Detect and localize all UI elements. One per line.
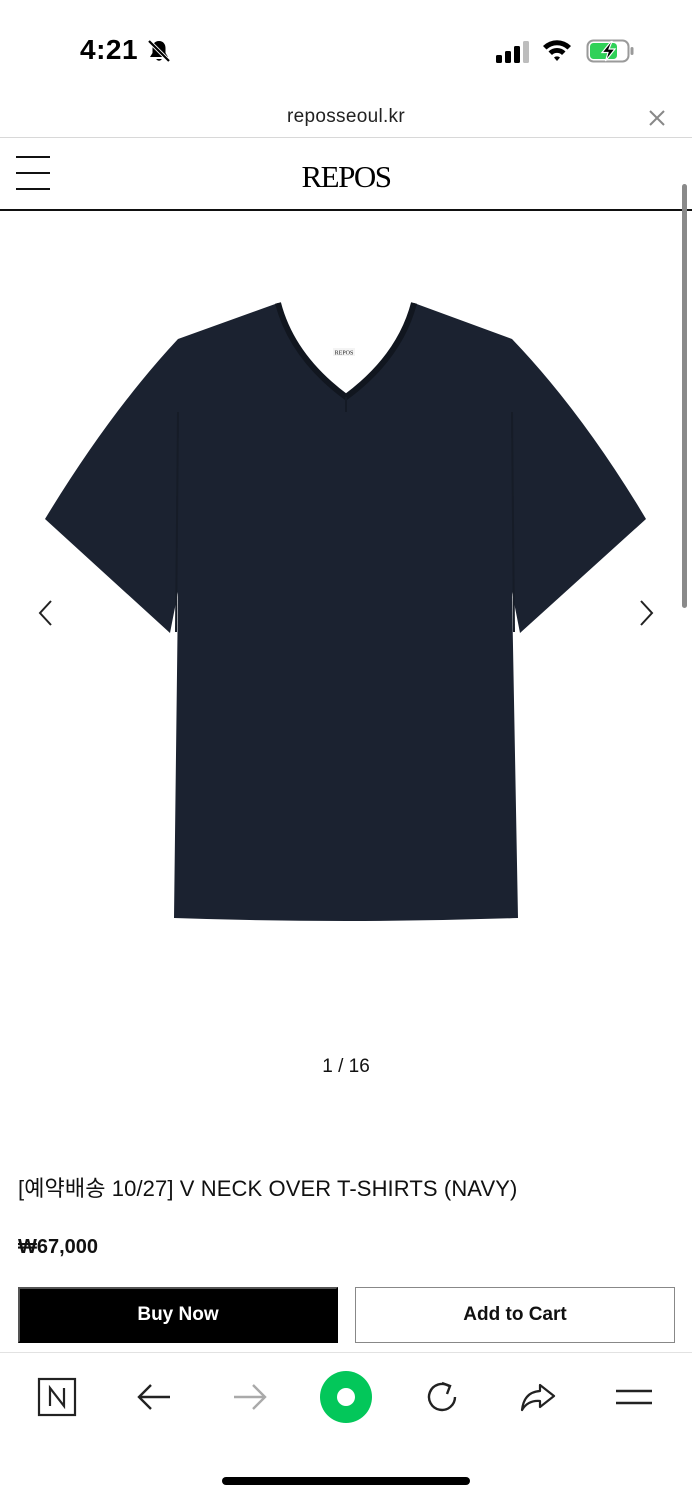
status-time: 4:21 (80, 34, 139, 65)
chevron-left-icon[interactable] (34, 598, 58, 628)
image-pager: 1 / 16 (322, 1056, 370, 1077)
add-to-cart-button[interactable]: Add to Cart (355, 1287, 675, 1343)
green-circle-icon[interactable] (318, 1369, 374, 1425)
forward-arrow-icon[interactable] (228, 1375, 272, 1419)
chevron-right-icon[interactable] (634, 598, 658, 628)
share-icon[interactable] (516, 1375, 560, 1419)
naver-home-icon[interactable] (35, 1375, 79, 1419)
menu-icon[interactable] (612, 1375, 656, 1419)
back-arrow-icon[interactable] (132, 1375, 176, 1419)
product-title: [예약배송 10/27] V NECK OVER T-SHIRTS (NAVY) (18, 1176, 518, 1201)
status-bar: 4:21 (0, 0, 692, 100)
tshirt-image: REPOS (45, 302, 646, 921)
product-image-carousel[interactable]: REPOS (0, 212, 692, 1042)
address-bar[interactable]: reposseoul.kr (0, 100, 692, 138)
buy-now-button[interactable]: Buy Now (18, 1287, 338, 1343)
url-text[interactable]: reposseoul.kr (0, 106, 692, 128)
close-icon[interactable] (647, 108, 667, 128)
brand-logo[interactable]: REPOS (0, 159, 692, 195)
site-header: REPOS (0, 139, 692, 211)
product-price: ₩67,000 (18, 1236, 99, 1258)
wifi-icon (543, 40, 571, 61)
shirt-label: REPOS (335, 351, 354, 357)
battery-charging-icon (586, 39, 634, 63)
reload-icon[interactable] (420, 1375, 464, 1419)
bell-slash-icon (147, 39, 171, 63)
browser-toolbar (0, 1352, 692, 1500)
home-indicator (222, 1477, 470, 1485)
cellular-signal-icon (496, 41, 529, 63)
